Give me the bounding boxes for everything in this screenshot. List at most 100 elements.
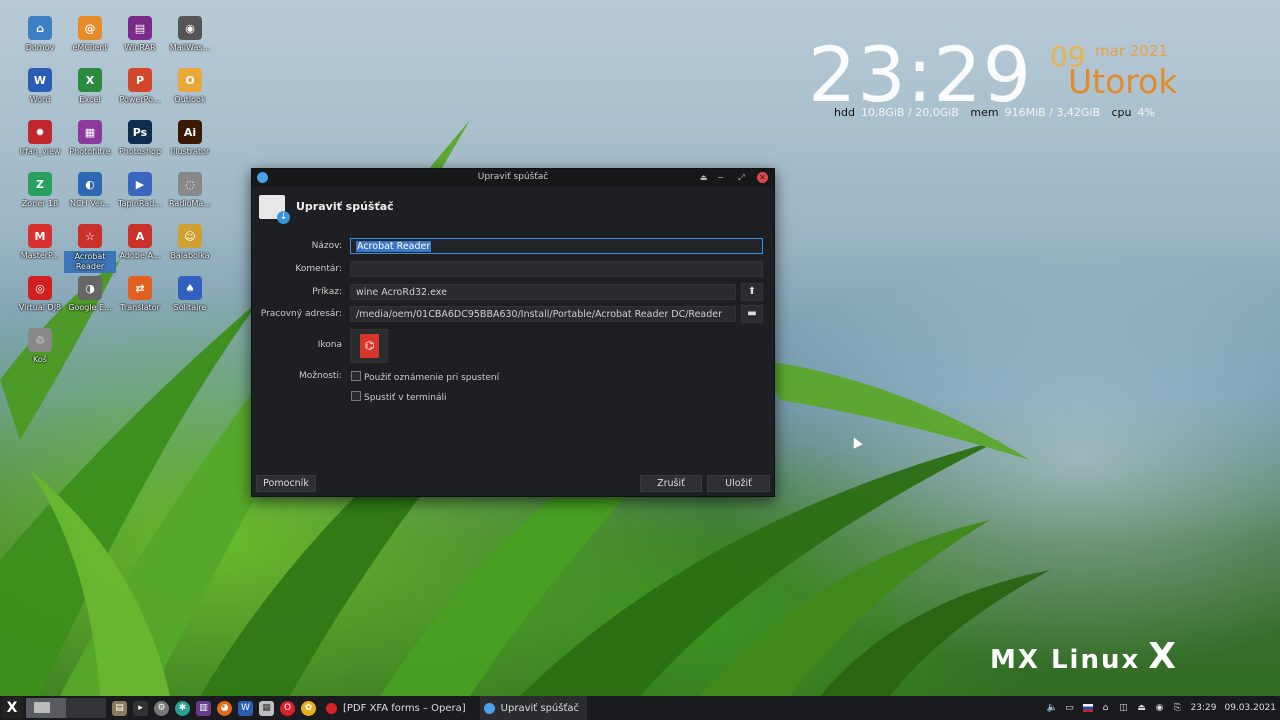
desktop-icon[interactable]: ☆ Acrobat Reader bbox=[64, 224, 116, 273]
save-button[interactable]: Uložiť bbox=[707, 475, 770, 492]
window-preview-icon bbox=[34, 702, 50, 713]
minimize-button[interactable]: − bbox=[715, 172, 726, 183]
desktop-icon[interactable]: ◎ Virtual DJ8 bbox=[14, 276, 66, 313]
settings-icon[interactable]: ⚙ bbox=[154, 700, 169, 716]
desktop-icon[interactable]: Z Zoner 18 bbox=[14, 172, 66, 209]
browse-command-button[interactable]: ⬆ bbox=[741, 283, 763, 301]
dialog-titlebar[interactable]: Upraviť spúšťač ⏏ − ⤢ ✕ bbox=[252, 169, 774, 187]
taskbar-task-launcher[interactable]: Upraviť spúšťač bbox=[479, 696, 588, 720]
checkbox-box bbox=[351, 371, 361, 381]
tray-clock-time[interactable]: 23:29 bbox=[1191, 703, 1217, 713]
workdir-input[interactable]: /media/oem/01CBA6DC95BBA630/Install/Port… bbox=[350, 306, 736, 322]
desktop-icon[interactable]: P PowerPo... bbox=[114, 68, 166, 105]
keyboard-layout-flag-icon[interactable] bbox=[1082, 704, 1093, 712]
maximize-button[interactable]: ⤢ bbox=[736, 172, 747, 183]
eject-icon[interactable]: ⏏ bbox=[1137, 703, 1147, 713]
cpu-value: 4% bbox=[1137, 106, 1155, 119]
desktop-icon[interactable]: Ai Illustrator bbox=[164, 120, 216, 157]
task-label: [PDF XFA forms – Opera] bbox=[343, 702, 466, 714]
dialog-window-title: Upraviť spúšťač bbox=[477, 172, 549, 182]
app-icon: ♲ bbox=[28, 328, 52, 352]
app-icon: A bbox=[128, 224, 152, 248]
network-icon[interactable]: ⌂ bbox=[1101, 703, 1111, 713]
desktop-icon-label: Zoner 18 bbox=[21, 199, 59, 208]
app-icon: @ bbox=[78, 16, 102, 40]
clipboard-icon[interactable]: ⎘ bbox=[1173, 703, 1183, 713]
desktop-icon[interactable]: ⌂ Domov bbox=[14, 16, 66, 53]
desktop-icon[interactable]: O Outlook bbox=[164, 68, 216, 105]
mem-label: mem bbox=[970, 106, 999, 119]
desktop-icon-label: Adobe A... bbox=[119, 251, 161, 260]
desktop-icon[interactable]: M MasterP... bbox=[14, 224, 66, 261]
desktop-icon[interactable]: ▦ Photofiltre bbox=[64, 120, 116, 157]
startup-notify-label: Použiť oznámenie pri spustení bbox=[364, 373, 500, 383]
file-manager-icon[interactable]: ▤ bbox=[112, 700, 127, 716]
desktop-icon[interactable]: Ps Photoshop bbox=[114, 120, 166, 157]
command-input[interactable]: wine AcroRd32.exe bbox=[350, 284, 736, 300]
name-input[interactable]: Acrobat Reader bbox=[350, 238, 763, 254]
mx-tools-icon[interactable]: ✱ bbox=[175, 700, 190, 716]
word-icon[interactable]: W bbox=[238, 700, 253, 716]
app-icon: O bbox=[178, 68, 202, 92]
desktop-icon[interactable]: X Excel bbox=[64, 68, 116, 105]
desktop-icon[interactable]: ▤ WinRAR bbox=[114, 16, 166, 53]
desktop-icon-label: Solitaire bbox=[173, 303, 207, 312]
help-button[interactable]: Pomocník bbox=[256, 475, 316, 492]
checkbox-box bbox=[351, 391, 361, 401]
edit-launcher-dialog: Upraviť spúšťač ⏏ − ⤢ ✕ ↓ Upraviť spúšťa… bbox=[251, 168, 775, 497]
hdd-label: hdd bbox=[834, 106, 855, 119]
desktop-icon[interactable]: ◌ RadioMa... bbox=[164, 172, 216, 209]
launcher-task-icon bbox=[483, 702, 495, 714]
calculator-icon[interactable]: ▦ bbox=[259, 700, 274, 716]
desktop-icon[interactable]: ⇄ Translator bbox=[114, 276, 166, 313]
archive-icon[interactable]: ▥ bbox=[196, 700, 211, 716]
firefox-icon[interactable]: ◕ bbox=[217, 700, 232, 716]
app-icon: Ps bbox=[128, 120, 152, 144]
conky-stats: hdd 10,8GiB / 20,0GiB mem 916MiB / 3,42GiB… bbox=[834, 106, 1163, 119]
desktop-icon[interactable]: ♲ Koš bbox=[14, 328, 66, 365]
workspace-1[interactable] bbox=[26, 698, 66, 718]
pdf-icon: ⌬ bbox=[360, 334, 379, 358]
desktop-icon-label: RadioMa... bbox=[169, 199, 211, 208]
tray-clock-date[interactable]: 09.03.2021 bbox=[1224, 703, 1276, 713]
start-menu-button[interactable]: X bbox=[1, 697, 23, 719]
app-icon: X bbox=[78, 68, 102, 92]
desktop-icon[interactable]: ▶ TapinRad... bbox=[114, 172, 166, 209]
desktop-icon[interactable]: ◉ MailWas... bbox=[164, 16, 216, 53]
icon-picker-button[interactable]: ⌬ bbox=[350, 329, 388, 363]
comment-label: Komentár: bbox=[295, 264, 342, 274]
hdd-value: 10,8GiB / 20,0GiB bbox=[860, 106, 959, 119]
desktop-icon-label: MasterP... bbox=[20, 251, 60, 260]
close-button[interactable]: ✕ bbox=[757, 172, 768, 183]
app-icon: P bbox=[128, 68, 152, 92]
workspace-2[interactable] bbox=[66, 698, 106, 718]
desktop-icon-label: PowerPo... bbox=[119, 95, 161, 104]
cancel-button[interactable]: Zrušiť bbox=[640, 475, 702, 492]
quick-launch: ▤ ▸ ⚙ ✱ ▥ ◕ W ▦ O ✿ bbox=[112, 700, 316, 716]
mx-linux-logo: MX Linux X bbox=[990, 636, 1178, 677]
desktop-icon[interactable]: ◑ Google E... bbox=[64, 276, 116, 313]
desktop-icon-label: WinRAR bbox=[124, 43, 156, 52]
desktop-icon[interactable]: W Word bbox=[14, 68, 66, 105]
shade-button[interactable]: ⏏ bbox=[698, 172, 709, 183]
desktop-icon-label: Virtual DJ8 bbox=[18, 303, 62, 312]
photos-icon[interactable]: ✿ bbox=[301, 700, 316, 716]
opera-icon[interactable]: O bbox=[280, 700, 295, 716]
desktop-icon[interactable]: ♠ Solitaire bbox=[164, 276, 216, 313]
taskbar-task-opera[interactable]: [PDF XFA forms – Opera] bbox=[322, 696, 474, 720]
desktop-icon[interactable]: @ eMClient bbox=[64, 16, 116, 53]
terminal-icon[interactable]: ▸ bbox=[133, 700, 148, 716]
update-icon[interactable]: ◉ bbox=[1155, 703, 1165, 713]
comment-input[interactable] bbox=[350, 261, 763, 277]
package-icon[interactable]: ◫ bbox=[1119, 703, 1129, 713]
display-icon[interactable]: ▭ bbox=[1065, 703, 1075, 713]
desktop-icon[interactable]: ✹ Irfan_view bbox=[14, 120, 66, 157]
browse-workdir-button[interactable]: ▬ bbox=[741, 305, 763, 323]
volume-icon[interactable]: 🔈 bbox=[1047, 703, 1058, 713]
run-in-terminal-checkbox[interactable]: Spustiť v termináli bbox=[351, 391, 447, 403]
app-icon: ◉ bbox=[178, 16, 202, 40]
desktop-icon[interactable]: A Adobe A... bbox=[114, 224, 166, 261]
desktop-icon[interactable]: ◐ NCH Ver... bbox=[64, 172, 116, 209]
startup-notify-checkbox[interactable]: Použiť oznámenie pri spustení bbox=[351, 371, 499, 383]
desktop-icon[interactable]: ☺ Balabolka bbox=[164, 224, 216, 261]
